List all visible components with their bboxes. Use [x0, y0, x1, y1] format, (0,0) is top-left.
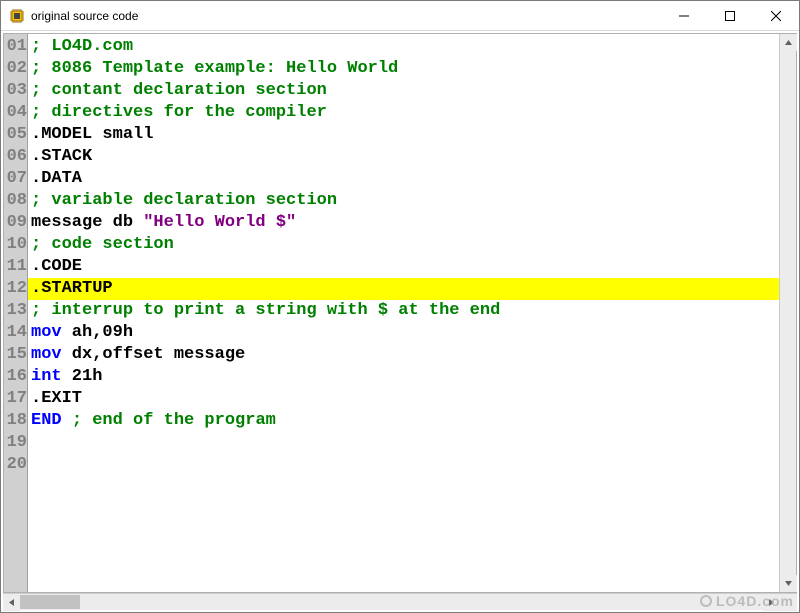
code-line[interactable]: ; interrup to print a string with $ at t…: [28, 300, 779, 322]
code-token: ; directives for the compiler: [31, 103, 327, 122]
code-token: .MODEL small: [31, 125, 153, 144]
code-token: dx,offset message: [62, 345, 246, 364]
scrollbar-corner: [780, 594, 797, 611]
app-icon: [9, 8, 25, 24]
code-line[interactable]: mov ah,09h: [28, 322, 779, 344]
vertical-scroll-track[interactable]: [780, 51, 796, 575]
code-line[interactable]: .CODE: [28, 256, 779, 278]
close-button[interactable]: [753, 1, 799, 31]
code-token: mov: [31, 345, 62, 364]
code-line[interactable]: .STACK: [28, 146, 779, 168]
titlebar[interactable]: original source code: [1, 1, 799, 31]
window-controls: [661, 1, 799, 30]
line-number: 12: [4, 278, 27, 300]
line-number: 14: [4, 322, 27, 344]
code-area[interactable]: ; LO4D.com ; 8086 Template example: Hello…: [28, 34, 779, 592]
code-line[interactable]: message db "Hello World $": [28, 212, 779, 234]
line-number: 19: [4, 432, 27, 454]
code-token: [62, 411, 72, 430]
line-number: 04: [4, 102, 27, 124]
code-line[interactable]: ; LO4D.com: [28, 36, 779, 58]
line-number: 02: [4, 58, 27, 80]
code-line[interactable]: .STARTUP: [28, 278, 779, 300]
code-line[interactable]: [28, 432, 779, 454]
horizontal-scrollbar[interactable]: [3, 594, 780, 610]
scroll-left-button[interactable]: [3, 594, 20, 611]
code-line[interactable]: END ; end of the program: [28, 410, 779, 432]
code-token: ; variable declaration section: [31, 191, 337, 210]
line-number: 20: [4, 454, 27, 476]
code-token: END: [31, 411, 62, 430]
code-token: "Hello World $": [143, 213, 296, 232]
line-number: 17: [4, 388, 27, 410]
editor-window: original source code 0102030405060708091…: [0, 0, 800, 613]
code-token: message db: [31, 213, 143, 232]
line-number: 10: [4, 234, 27, 256]
horizontal-scrollbar-row: [3, 593, 797, 610]
line-number-gutter: 0102030405060708091011121314151617181920: [4, 34, 28, 592]
code-token: mov: [31, 323, 62, 342]
vertical-scrollbar[interactable]: [779, 34, 796, 592]
code-token: ; end of the program: [72, 411, 276, 430]
line-number: 03: [4, 80, 27, 102]
line-number: 11: [4, 256, 27, 278]
window-title: original source code: [31, 9, 138, 23]
line-number: 01: [4, 36, 27, 58]
line-number: 09: [4, 212, 27, 234]
scroll-up-button[interactable]: [780, 34, 797, 51]
code-line[interactable]: ; directives for the compiler: [28, 102, 779, 124]
editor-container: 0102030405060708091011121314151617181920…: [3, 33, 797, 593]
horizontal-scroll-thumb[interactable]: [20, 595, 80, 609]
line-number: 08: [4, 190, 27, 212]
code-line[interactable]: int 21h: [28, 366, 779, 388]
code-line[interactable]: ; code section: [28, 234, 779, 256]
code-token: .EXIT: [31, 389, 82, 408]
code-token: ; 8086 Template example: Hello World: [31, 59, 398, 78]
line-number: 15: [4, 344, 27, 366]
code-token: 21h: [62, 367, 103, 386]
maximize-button[interactable]: [707, 1, 753, 31]
code-token: int: [31, 367, 62, 386]
code-line[interactable]: ; contant declaration section: [28, 80, 779, 102]
code-token: ; code section: [31, 235, 174, 254]
client-area: 0102030405060708091011121314151617181920…: [1, 31, 799, 612]
scroll-right-button[interactable]: [763, 594, 780, 611]
code-line[interactable]: ; variable declaration section: [28, 190, 779, 212]
code-token: .STARTUP: [31, 279, 113, 298]
scroll-down-button[interactable]: [780, 575, 797, 592]
code-line[interactable]: .DATA: [28, 168, 779, 190]
line-number: 13: [4, 300, 27, 322]
code-token: .DATA: [31, 169, 82, 188]
code-token: .CODE: [31, 257, 82, 276]
code-line[interactable]: .EXIT: [28, 388, 779, 410]
code-line[interactable]: .MODEL small: [28, 124, 779, 146]
horizontal-scroll-track[interactable]: [20, 594, 763, 610]
line-number: 18: [4, 410, 27, 432]
code-token: .STACK: [31, 147, 92, 166]
minimize-button[interactable]: [661, 1, 707, 31]
code-line[interactable]: mov dx,offset message: [28, 344, 779, 366]
line-number: 06: [4, 146, 27, 168]
code-line[interactable]: [28, 454, 779, 476]
code-token: ; interrup to print a string with $ at t…: [31, 301, 500, 320]
code-token: ; contant declaration section: [31, 81, 327, 100]
line-number: 07: [4, 168, 27, 190]
code-token: ; LO4D.com: [31, 37, 133, 56]
code-line[interactable]: ; 8086 Template example: Hello World: [28, 58, 779, 80]
line-number: 16: [4, 366, 27, 388]
code-token: ah,09h: [62, 323, 133, 342]
line-number: 05: [4, 124, 27, 146]
